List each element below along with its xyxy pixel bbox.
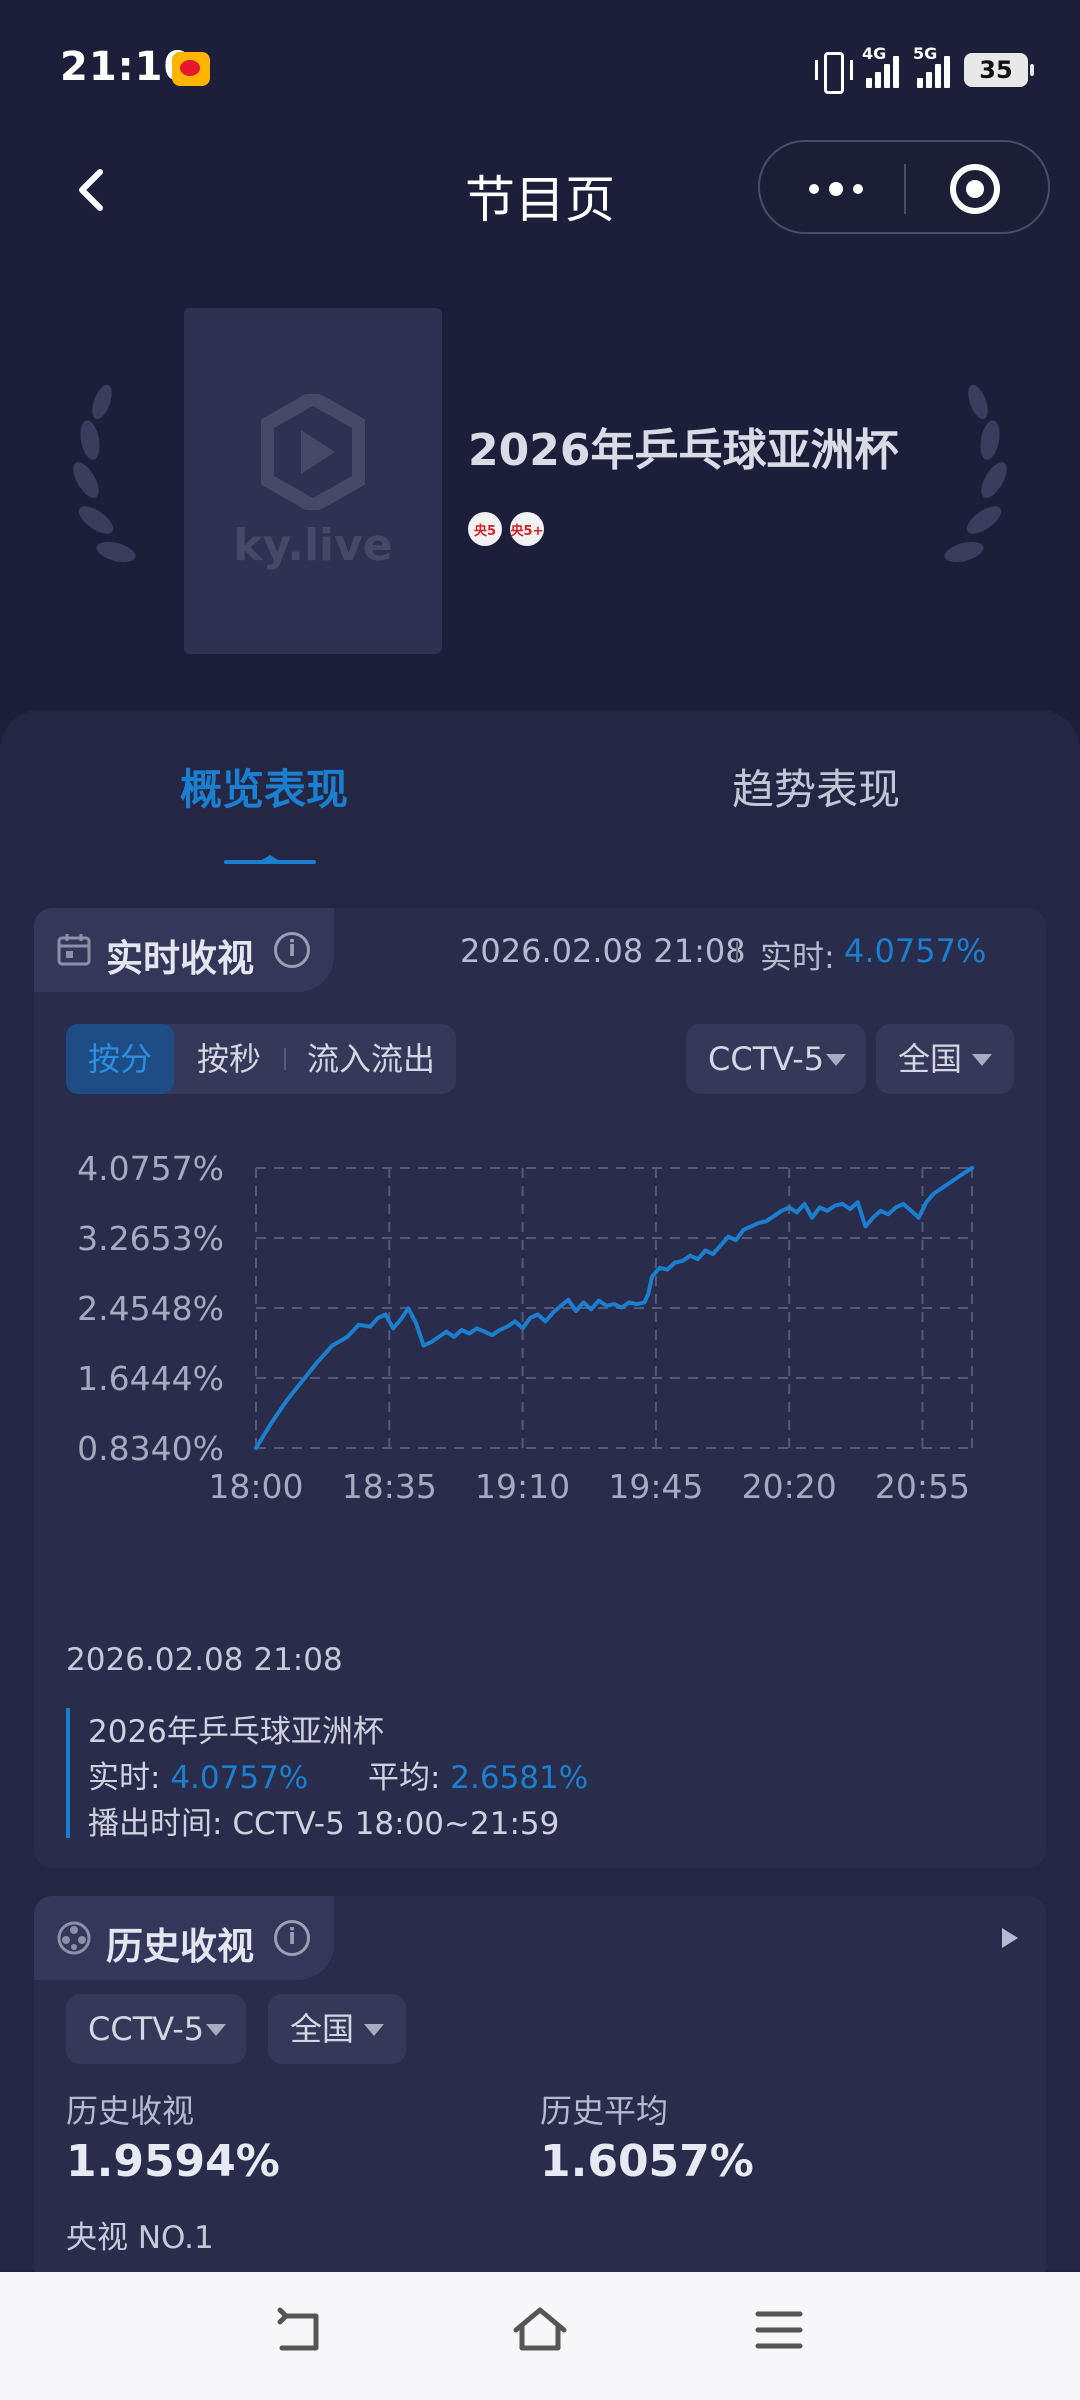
legend-average-value: 2.6581% xyxy=(450,1760,589,1796)
chevron-down-icon xyxy=(826,1054,846,1066)
y-tick-label: 2.4548% xyxy=(77,1289,224,1328)
capsule-divider xyxy=(904,164,906,214)
realtime-card-header: 实时收视 i xyxy=(34,908,334,992)
tab-indicator xyxy=(224,855,316,864)
info-icon[interactable]: i xyxy=(274,1920,310,1956)
status-bar: 21:10 4G 5G 35 xyxy=(0,0,1080,140)
program-poster: ky.live xyxy=(184,308,442,654)
signal-5g-icon: 5G xyxy=(913,44,950,88)
legend-airtime-value: CCTV-5 18:00~21:59 xyxy=(232,1806,560,1842)
history-channel-value: CCTV-5 xyxy=(88,2010,205,2048)
chevron-down-icon xyxy=(972,1054,992,1066)
laurel-left-icon xyxy=(73,384,136,563)
film-reel-icon xyxy=(57,1921,91,1955)
realtime-label: 实时: xyxy=(760,938,835,976)
play-icon[interactable] xyxy=(1002,1928,1018,1948)
poster-logo-text: ky.live xyxy=(233,520,393,571)
realtime-timestamp: 2026.02.08 21:08 xyxy=(460,932,746,970)
legend-airtime-label: 播出时间: xyxy=(88,1806,223,1842)
x-tick-label: 18:00 xyxy=(208,1467,303,1506)
channel-badges: 央5 央5+ xyxy=(468,512,544,546)
battery-icon: 35 xyxy=(964,53,1034,87)
channel-badge-cctv5: 央5 xyxy=(468,512,502,546)
info-icon[interactable]: i xyxy=(274,932,310,968)
history-channel-dropdown[interactable]: CCTV-5 xyxy=(66,1994,246,2064)
granularity-segmented-control: 按分 按秒 流入流出 xyxy=(66,1024,456,1094)
laurel-right-icon xyxy=(944,384,1007,563)
series-line xyxy=(254,1166,974,1450)
history-ratings-card: 历史收视 i CCTV-5 全国 历史收视 1.9594% 历史平均 1.605… xyxy=(34,1896,1046,2296)
chevron-down-icon xyxy=(364,2024,384,2036)
x-tick-label: 20:55 xyxy=(875,1467,970,1506)
x-tick-label: 19:10 xyxy=(475,1467,570,1506)
chevron-down-icon xyxy=(206,2024,226,2036)
region-dropdown-value: 全国 xyxy=(898,1040,963,1078)
history-rating-value: 1.9594% xyxy=(66,2136,280,2187)
realtime-line-chart[interactable]: 0.8340% 1.6444% 2.4548% 3.2653% 4.0757% 18:00… xyxy=(34,1118,1046,1618)
history-average-label: 历史平均 xyxy=(540,2092,669,2130)
segment-inflow-outflow[interactable]: 流入流出 xyxy=(286,1024,456,1094)
network-type-4g: 4G xyxy=(862,44,887,63)
separator xyxy=(736,942,738,962)
program-name: 2026年乒乓球亚洲杯 xyxy=(468,425,899,476)
back-icon[interactable] xyxy=(272,2302,328,2362)
history-rating-label: 历史收视 xyxy=(66,2092,195,2130)
x-tick-label: 20:20 xyxy=(742,1467,837,1506)
history-title: 历史收视 xyxy=(106,1925,254,1968)
more-icon[interactable] xyxy=(800,172,872,206)
chart-hover-date: 2026.02.08 21:08 xyxy=(66,1642,343,1678)
y-tick-label: 4.0757% xyxy=(77,1149,224,1188)
legend-realtime-label: 实时: xyxy=(88,1760,161,1796)
legend-average-label: 平均: xyxy=(367,1760,441,1796)
legend-realtime-value: 4.0757% xyxy=(170,1760,309,1796)
history-rank: 央视 NO.1 xyxy=(66,2220,214,2256)
menu-icon[interactable] xyxy=(754,2302,804,2362)
realtime-value: 4.0757% xyxy=(844,932,987,970)
legend-program-name: 2026年乒乓球亚洲杯 xyxy=(88,1714,384,1750)
calendar-icon xyxy=(57,934,91,966)
signal-4g-icon: 4G xyxy=(862,44,899,88)
y-tick-label: 1.6444% xyxy=(77,1359,224,1398)
x-tick-label: 18:35 xyxy=(342,1467,437,1506)
history-region-value: 全国 xyxy=(290,2010,355,2048)
legend-airtime: 播出时间: CCTV-5 18:00~21:59 xyxy=(88,1798,559,1843)
close-mini-program-icon[interactable] xyxy=(950,164,1000,214)
tab-trend[interactable]: 趋势表现 xyxy=(732,756,900,817)
channel-badge-cctv5plus: 央5+ xyxy=(510,512,544,546)
mini-program-capsule xyxy=(758,140,1050,234)
main-panel: 概览表现 趋势表现 实时收视 i 2026.02.08 21:08 实时: 4.… xyxy=(0,710,1080,2296)
segment-by-minute[interactable]: 按分 xyxy=(66,1024,174,1094)
status-indicators: 4G 5G 35 xyxy=(814,44,1034,94)
tab-overview[interactable]: 概览表现 xyxy=(180,756,348,817)
kylive-logo-icon xyxy=(261,394,365,510)
realtime-ratings-card: 实时收视 i 2026.02.08 21:08 实时: 4.0757% 按分 按… xyxy=(34,908,1046,1868)
history-region-dropdown[interactable]: 全国 xyxy=(268,1994,406,2064)
realtime-title: 实时收视 xyxy=(106,937,254,980)
legend-values: 实时: 4.0757% 平均: 2.6581% xyxy=(88,1752,588,1797)
network-type-5g: 5G xyxy=(913,44,938,63)
history-average-value: 1.6057% xyxy=(540,2136,754,2187)
channel-dropdown-value: CCTV-5 xyxy=(708,1040,825,1078)
y-tick-label: 3.2653% xyxy=(77,1219,224,1258)
x-tick-label: 19:45 xyxy=(608,1467,703,1506)
region-dropdown[interactable]: 全国 xyxy=(876,1024,1014,1094)
system-navigation-bar xyxy=(0,2272,1080,2400)
nav-header: 节目页 xyxy=(0,140,1080,240)
y-tick-label: 0.8340% xyxy=(77,1429,224,1468)
weibo-notification-icon xyxy=(172,52,210,86)
legend-color-bar xyxy=(66,1708,70,1838)
channel-dropdown[interactable]: CCTV-5 xyxy=(686,1024,866,1094)
history-card-header: 历史收视 i xyxy=(34,1896,334,1980)
segment-by-second[interactable]: 按秒 xyxy=(174,1024,284,1094)
vibrate-icon xyxy=(814,50,853,94)
home-icon[interactable] xyxy=(510,2302,570,2362)
